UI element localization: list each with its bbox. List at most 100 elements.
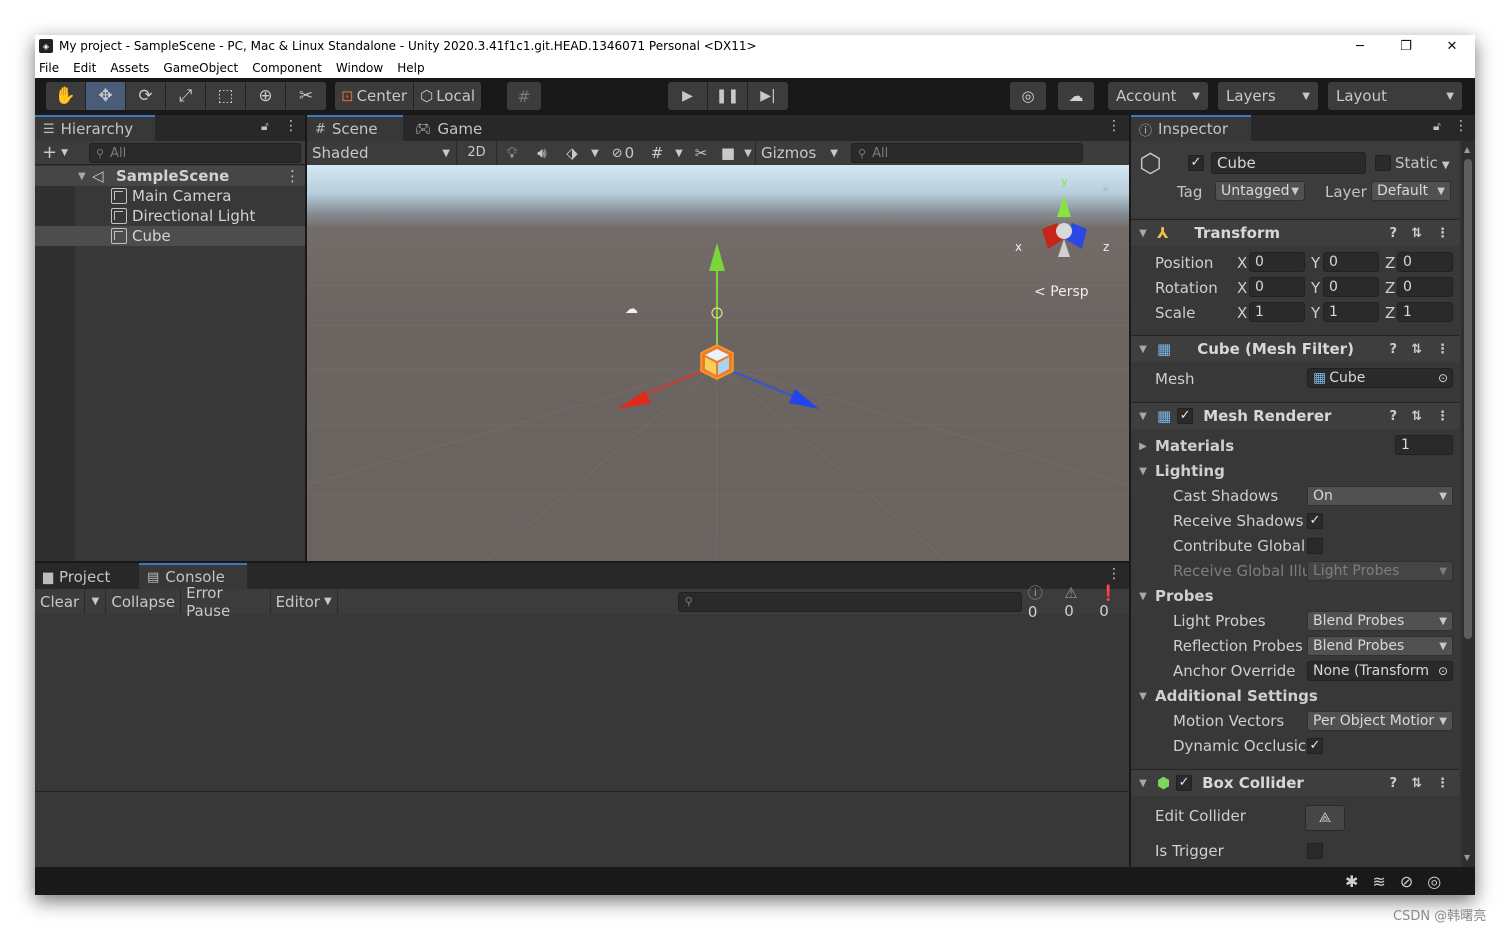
layer-dropdown[interactable]: Default ▼ (1371, 181, 1451, 201)
layout-dropdown[interactable]: Layout ▼ (1328, 82, 1462, 110)
help-icon[interactable]: ? (1390, 342, 1398, 357)
grid-snap-button[interactable]: # (507, 82, 541, 110)
gizmos-dropdown[interactable]: Gizmos ▼ (755, 141, 843, 165)
materials-size-field[interactable]: 1 (1395, 435, 1453, 455)
hand-tool-icon[interactable]: ✋ (46, 82, 86, 110)
position-z-field[interactable]: 0 (1397, 252, 1453, 272)
tab-project[interactable]: ▆ Project (35, 563, 135, 589)
component-menu-icon[interactable]: ⋮ (1436, 226, 1449, 241)
camera-icon[interactable]: ■ (715, 144, 741, 162)
lock-icon[interactable]: 🔓︎ (261, 119, 269, 134)
editor-dropdown[interactable]: Editor ▼ (271, 589, 338, 614)
component-menu-icon[interactable]: ⋮ (1436, 409, 1449, 424)
scene-search-input[interactable]: ⚲ All (851, 143, 1083, 163)
menu-file[interactable]: File (39, 61, 59, 75)
menu-assets[interactable]: Assets (110, 61, 149, 75)
shading-mode-dropdown[interactable]: Shaded ▼ (307, 141, 457, 165)
component-menu-icon[interactable]: ⋮ (1436, 776, 1449, 791)
lock-icon[interactable]: 🔓︎ (1433, 119, 1441, 134)
collab-button[interactable]: ◎ (1010, 82, 1046, 110)
y-axis-cone[interactable] (709, 243, 725, 271)
more-options-icon[interactable]: ⋮ (1454, 118, 1468, 134)
warning-count-toggle[interactable]: ⚠ 0 (1064, 584, 1089, 620)
hierarchy-search-input[interactable]: ⚲ All (89, 143, 301, 163)
object-picker-icon[interactable]: ⊙ (1437, 664, 1448, 678)
chevron-down-icon[interactable]: ▼ (671, 148, 687, 159)
cloud-button[interactable]: ☁ (1058, 82, 1094, 110)
error-count-toggle[interactable]: ❗ 0 (1099, 584, 1129, 620)
menu-component[interactable]: Component (252, 61, 322, 75)
lighting-foldout[interactable]: ▼ Lighting (1131, 460, 1459, 482)
inspector-scrollbar[interactable]: ▲ ▼ (1461, 141, 1475, 867)
rotate-tool-icon[interactable]: ⟳ (126, 82, 166, 110)
motion-vectors-dropdown[interactable]: Per Object Motior ▼ (1307, 711, 1453, 731)
menu-window[interactable]: Window (336, 61, 383, 75)
component-menu-icon[interactable]: ⋮ (1436, 342, 1449, 357)
help-icon[interactable]: ? (1390, 409, 1398, 424)
clear-options-chevron-icon[interactable]: ▼ (85, 589, 107, 614)
collapse-toggle[interactable]: Collapse (106, 589, 182, 614)
rotation-z-field[interactable]: 0 (1397, 277, 1453, 297)
scroll-up-icon[interactable]: ▲ (1464, 145, 1470, 154)
layers-dropdown[interactable]: Layers ▼ (1218, 82, 1318, 110)
close-button[interactable]: ✕ (1429, 39, 1475, 54)
mesh-renderer-header[interactable]: ▼ ▦ ✓ Mesh Renderer ? ⇅ ⋮ (1131, 402, 1459, 429)
hierarchy-item[interactable]: Directional Light (35, 206, 305, 226)
scene-viewport[interactable]: ☁ y x z 🔒︎ < Persp (307, 165, 1129, 561)
mesh-filter-header[interactable]: ▼ ▦ Cube (Mesh Filter) ? ⇅ ⋮ (1131, 335, 1459, 362)
anchor-override-field[interactable]: None (Transform ⊙ (1307, 661, 1453, 681)
tab-scene[interactable]: # Scene (307, 115, 403, 141)
tab-inspector[interactable]: ⓘ Inspector (1131, 115, 1251, 141)
mesh-renderer-enabled-checkbox[interactable]: ✓ (1177, 408, 1194, 424)
orientation-gizmo[interactable]: y x z 🔒︎ (1015, 175, 1109, 257)
create-add-button[interactable]: + ▼ (42, 142, 68, 163)
mesh-object-field[interactable]: ▦ Cube ⊙ (1307, 368, 1453, 388)
minimize-button[interactable]: ─ (1337, 39, 1383, 54)
scale-z-field[interactable]: 1 (1397, 302, 1453, 322)
chevron-down-icon[interactable]: ▼ (741, 148, 755, 159)
static-checkbox[interactable] (1375, 155, 1391, 171)
auto-generate-lighting-icon[interactable]: ⊘ (1400, 872, 1413, 891)
box-collider-enabled-checkbox[interactable]: ✓ (1176, 775, 1193, 791)
tab-game[interactable]: 🎮︎ Game (407, 115, 487, 141)
hierarchy-item-selected[interactable]: Cube (35, 226, 305, 246)
preset-icon[interactable]: ⇅ (1411, 226, 1422, 241)
transform-header[interactable]: ▼ ⅄ Transform ? ⇅ ⋮ (1131, 219, 1459, 246)
scale-tool-icon[interactable]: ⤢ (166, 82, 206, 110)
active-checkbox[interactable]: ✓ (1188, 155, 1204, 171)
hidden-objects-toggle[interactable]: ⊘ 0 (603, 141, 643, 165)
scene-row[interactable]: ▼ ◁ SampleScene ⋮ (35, 166, 305, 186)
help-icon[interactable]: ? (1390, 776, 1398, 791)
gizmo-lock-icon[interactable]: 🔒︎ (1103, 181, 1109, 194)
menu-edit[interactable]: Edit (73, 61, 96, 75)
pause-button[interactable]: ❚❚ (708, 82, 748, 110)
preset-icon[interactable]: ⇅ (1411, 342, 1422, 357)
box-collider-header[interactable]: ▼ ⬢ ✓ Box Collider ? ⇅ ⋮ (1131, 769, 1459, 796)
preset-icon[interactable]: ⇅ (1411, 409, 1422, 424)
additional-settings-foldout[interactable]: ▼ Additional Settings (1131, 685, 1459, 707)
is-trigger-checkbox[interactable] (1307, 843, 1323, 859)
effects-toggle-icon[interactable]: ⬗ (557, 141, 587, 165)
grid-toggle-icon[interactable]: # (643, 144, 671, 162)
light-probes-dropdown[interactable]: Blend Probes ▼ (1307, 611, 1453, 631)
edit-collider-button[interactable]: ⟁ (1305, 805, 1345, 831)
cache-server-icon[interactable]: ≋ (1372, 872, 1385, 891)
scale-x-field[interactable]: 1 (1249, 302, 1305, 322)
reflection-probes-dropdown[interactable]: Blend Probes ▼ (1307, 636, 1453, 656)
preset-icon[interactable]: ⇅ (1411, 776, 1422, 791)
gizmo-y-cone[interactable] (1057, 195, 1071, 217)
clear-button[interactable]: Clear (35, 589, 86, 614)
x-axis-cone[interactable] (617, 391, 651, 409)
z-axis-cone[interactable] (789, 389, 819, 409)
selected-cube[interactable] (700, 344, 734, 380)
console-search-input[interactable]: ⚲ (677, 591, 1022, 612)
move-tool-icon[interactable]: ✥ (86, 82, 126, 110)
space-local-button[interactable]: ⬡ Local (414, 82, 481, 110)
tools-toggle-icon[interactable]: ✂ (687, 144, 715, 162)
menu-gameobject[interactable]: GameObject (163, 61, 238, 75)
mode-2d-toggle[interactable]: 2D (457, 141, 497, 165)
debug-bug-icon[interactable]: ✱ (1345, 872, 1358, 891)
chevron-down-icon[interactable]: ▼ (587, 148, 603, 159)
cast-shadows-dropdown[interactable]: On ▼ (1307, 486, 1453, 506)
object-picker-icon[interactable]: ⊙ (1438, 371, 1448, 385)
